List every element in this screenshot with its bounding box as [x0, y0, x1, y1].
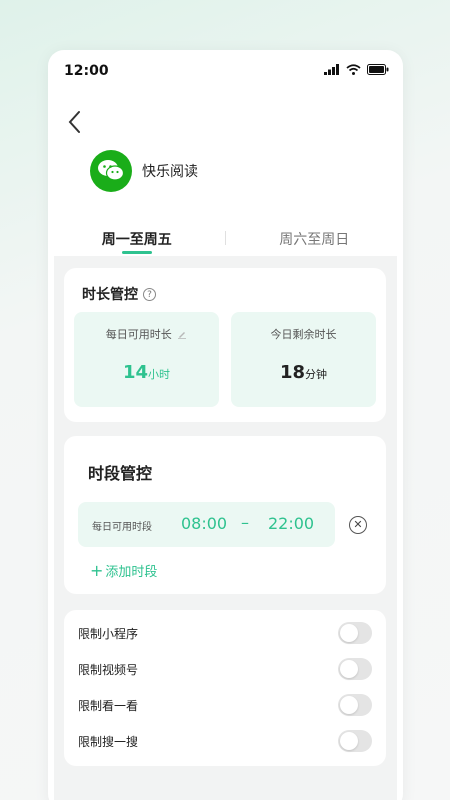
period-control-card: 时段管控 每日可用时段 08:00 – 22:00 ✕ + 添加时段: [64, 436, 386, 594]
daily-available-label: 每日可用时长: [74, 326, 219, 342]
add-period-button[interactable]: + 添加时段: [90, 561, 157, 580]
restriction-row-channels: 限制视频号: [64, 658, 386, 682]
toggle-knob: [340, 660, 358, 678]
period-control-title: 时段管控: [88, 464, 153, 483]
today-remaining-number: 18: [279, 362, 306, 383]
status-bar: 12:00: [48, 50, 403, 94]
daily-available-unit: 小时: [148, 368, 171, 381]
plus-icon: +: [90, 561, 104, 580]
status-time: 12:00: [64, 63, 109, 79]
today-remaining-label: 今日剩余时长: [270, 328, 337, 341]
add-period-label: 添加时段: [105, 565, 158, 580]
restriction-label: 限制视频号: [78, 663, 139, 677]
app-header: 快乐阅读: [90, 150, 198, 192]
today-remaining-value: 18分钟: [231, 362, 376, 383]
wifi-icon: [346, 64, 361, 75]
duration-control-title-text: 时长管控: [82, 287, 138, 303]
chevron-left-icon: [68, 111, 80, 133]
remove-period-button[interactable]: ✕: [349, 516, 367, 534]
toggle-knob: [340, 624, 358, 642]
restriction-row-search: 限制搜一搜: [64, 730, 386, 754]
restriction-label: 限制看一看: [78, 699, 139, 713]
daily-available-label-text: 每日可用时长: [105, 328, 172, 341]
toggle-knob: [340, 732, 358, 750]
period-separator: –: [241, 513, 249, 532]
period-start-time[interactable]: 08:00: [181, 514, 227, 533]
tab-weekdays[interactable]: 周一至周五: [48, 220, 226, 256]
help-icon[interactable]: ?: [143, 287, 156, 301]
wechat-icon: [90, 150, 132, 192]
duration-control-title: 时长管控 ?: [82, 284, 156, 304]
search-toggle[interactable]: [338, 730, 372, 752]
restriction-label: 限制搜一搜: [78, 735, 139, 749]
duration-control-card: 时长管控 ? 每日可用时长 14小时 今日剩余时长 18分钟: [64, 268, 386, 422]
restrictions-card: 限制小程序 限制视频号 限制看一看 限制搜一搜: [64, 610, 386, 766]
restriction-row-top-stories: 限制看一看: [64, 694, 386, 718]
status-icons: [324, 64, 389, 75]
period-end-time[interactable]: 22:00: [268, 514, 314, 533]
daily-available-number: 14: [122, 362, 149, 383]
back-button[interactable]: [66, 108, 86, 136]
battery-icon: [367, 64, 389, 75]
channels-toggle[interactable]: [338, 658, 372, 680]
restriction-label: 限制小程序: [78, 627, 139, 641]
mini-program-toggle[interactable]: [338, 622, 372, 644]
signal-icon: [324, 64, 339, 75]
phone-screen: 12:00 快乐阅读 周一至周五 周六至周日 时长管控 ? 每日可用时长 14小…: [48, 50, 403, 800]
close-icon: ✕: [353, 518, 363, 531]
top-stories-toggle[interactable]: [338, 694, 372, 716]
app-name: 快乐阅读: [142, 164, 198, 180]
edit-icon[interactable]: [177, 329, 187, 339]
today-remaining-box: 今日剩余时长 18分钟: [231, 312, 376, 407]
today-remaining-unit: 分钟: [305, 368, 328, 381]
daily-available-value: 14小时: [74, 362, 219, 383]
restriction-row-mini-program: 限制小程序: [64, 622, 386, 646]
period-row[interactable]: 每日可用时段 08:00 – 22:00: [78, 502, 335, 547]
daily-available-box[interactable]: 每日可用时长 14小时: [74, 312, 219, 407]
tab-divider: [225, 231, 226, 245]
toggle-knob: [340, 696, 358, 714]
period-label: 每日可用时段: [92, 522, 152, 533]
tab-weekend[interactable]: 周六至周日: [226, 220, 404, 256]
